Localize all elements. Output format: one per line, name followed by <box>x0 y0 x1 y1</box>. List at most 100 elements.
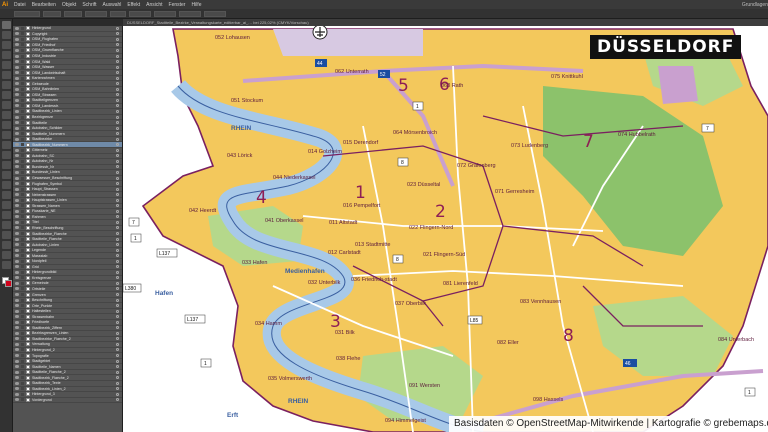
shape-builder-tool-icon[interactable] <box>2 161 11 169</box>
visibility-eye-icon[interactable] <box>15 176 19 180</box>
visibility-eye-icon[interactable] <box>15 354 19 358</box>
visibility-eye-icon[interactable] <box>15 265 19 269</box>
visibility-eye-icon[interactable] <box>15 154 19 158</box>
target-circle-icon[interactable] <box>116 43 119 47</box>
lock-toggle-icon[interactable] <box>21 115 24 119</box>
target-circle-icon[interactable] <box>116 348 119 352</box>
document-tab[interactable]: DÜSSELDORF_Stadtteile_Bezirke_Verwaltung… <box>123 19 768 26</box>
target-circle-icon[interactable] <box>116 93 119 97</box>
lock-toggle-icon[interactable] <box>21 87 24 91</box>
control-h[interactable] <box>204 10 226 17</box>
lock-toggle-icon[interactable] <box>21 82 24 86</box>
lock-toggle-icon[interactable] <box>21 315 24 319</box>
visibility-eye-icon[interactable] <box>15 93 19 97</box>
target-circle-icon[interactable] <box>116 392 119 396</box>
visibility-eye-icon[interactable] <box>15 326 19 330</box>
direct-selection-tool-icon[interactable] <box>2 31 11 39</box>
lock-toggle-icon[interactable] <box>21 365 24 369</box>
lock-toggle-icon[interactable] <box>21 26 24 30</box>
target-circle-icon[interactable] <box>116 198 119 202</box>
lock-toggle-icon[interactable] <box>21 182 24 186</box>
visibility-eye-icon[interactable] <box>15 43 19 47</box>
target-circle-icon[interactable] <box>116 37 119 41</box>
eraser-tool-icon[interactable] <box>2 111 11 119</box>
visibility-eye-icon[interactable] <box>15 182 19 186</box>
lock-toggle-icon[interactable] <box>21 370 24 374</box>
pen-tool-icon[interactable] <box>2 51 11 59</box>
graph-tool-icon[interactable] <box>2 221 11 229</box>
lock-toggle-icon[interactable] <box>21 304 24 308</box>
target-circle-icon[interactable] <box>116 304 119 308</box>
rectangle-tool-icon[interactable] <box>2 81 11 89</box>
target-circle-icon[interactable] <box>116 326 119 330</box>
visibility-eye-icon[interactable] <box>15 392 19 396</box>
target-circle-icon[interactable] <box>116 342 119 346</box>
target-circle-icon[interactable] <box>116 387 119 391</box>
lock-toggle-icon[interactable] <box>21 121 24 125</box>
lock-toggle-icon[interactable] <box>21 331 24 335</box>
free-transform-tool-icon[interactable] <box>2 151 11 159</box>
rotate-tool-icon[interactable] <box>2 121 11 129</box>
lock-toggle-icon[interactable] <box>21 259 24 263</box>
target-circle-icon[interactable] <box>116 71 119 75</box>
target-circle-icon[interactable] <box>116 281 119 285</box>
target-circle-icon[interactable] <box>116 115 119 119</box>
lock-toggle-icon[interactable] <box>21 215 24 219</box>
lock-toggle-icon[interactable] <box>21 398 24 402</box>
visibility-eye-icon[interactable] <box>15 104 19 108</box>
visibility-eye-icon[interactable] <box>15 237 19 241</box>
target-circle-icon[interactable] <box>116 148 119 152</box>
visibility-eye-icon[interactable] <box>15 254 19 258</box>
target-circle-icon[interactable] <box>116 298 119 302</box>
lock-toggle-icon[interactable] <box>21 226 24 230</box>
control-style[interactable] <box>110 10 126 17</box>
target-circle-icon[interactable] <box>116 237 119 241</box>
visibility-eye-icon[interactable] <box>15 109 19 113</box>
visibility-eye-icon[interactable] <box>15 365 19 369</box>
lock-toggle-icon[interactable] <box>21 65 24 69</box>
target-circle-icon[interactable] <box>116 398 119 402</box>
target-circle-icon[interactable] <box>116 354 119 358</box>
visibility-eye-icon[interactable] <box>15 342 19 346</box>
control-opacity[interactable] <box>85 10 107 17</box>
visibility-eye-icon[interactable] <box>15 243 19 247</box>
control-w[interactable] <box>179 10 201 17</box>
lock-toggle-icon[interactable] <box>21 104 24 108</box>
target-circle-icon[interactable] <box>116 65 119 69</box>
visibility-eye-icon[interactable] <box>15 193 19 197</box>
target-circle-icon[interactable] <box>116 82 119 86</box>
visibility-eye-icon[interactable] <box>15 54 19 58</box>
eyedropper-tool-icon[interactable] <box>2 191 11 199</box>
visibility-eye-icon[interactable] <box>15 359 19 363</box>
target-circle-icon[interactable] <box>116 287 119 291</box>
visibility-eye-icon[interactable] <box>15 187 19 191</box>
visibility-eye-icon[interactable] <box>15 281 19 285</box>
visibility-eye-icon[interactable] <box>15 32 19 36</box>
lock-toggle-icon[interactable] <box>21 198 24 202</box>
visibility-eye-icon[interactable] <box>15 337 19 341</box>
lock-toggle-icon[interactable] <box>21 159 24 163</box>
lock-toggle-icon[interactable] <box>21 43 24 47</box>
lock-toggle-icon[interactable] <box>21 354 24 358</box>
visibility-eye-icon[interactable] <box>15 121 19 125</box>
target-circle-icon[interactable] <box>116 293 119 297</box>
menu-auswahl[interactable]: Auswahl <box>103 2 122 8</box>
menu-objekt[interactable]: Objekt <box>62 2 76 8</box>
gradient-tool-icon[interactable] <box>2 181 11 189</box>
target-circle-icon[interactable] <box>116 193 119 197</box>
target-circle-icon[interactable] <box>116 220 119 224</box>
control-selector[interactable] <box>14 10 40 17</box>
visibility-eye-icon[interactable] <box>15 60 19 64</box>
lock-toggle-icon[interactable] <box>21 270 24 274</box>
target-circle-icon[interactable] <box>116 243 119 247</box>
target-circle-icon[interactable] <box>116 365 119 369</box>
target-circle-icon[interactable] <box>116 270 119 274</box>
visibility-eye-icon[interactable] <box>15 132 19 136</box>
lock-toggle-icon[interactable] <box>21 148 24 152</box>
symbol-sprayer-tool-icon[interactable] <box>2 211 11 219</box>
visibility-eye-icon[interactable] <box>15 220 19 224</box>
blend-tool-icon[interactable] <box>2 201 11 209</box>
lock-toggle-icon[interactable] <box>21 76 24 80</box>
visibility-eye-icon[interactable] <box>15 298 19 302</box>
control-stroke[interactable] <box>43 10 61 17</box>
